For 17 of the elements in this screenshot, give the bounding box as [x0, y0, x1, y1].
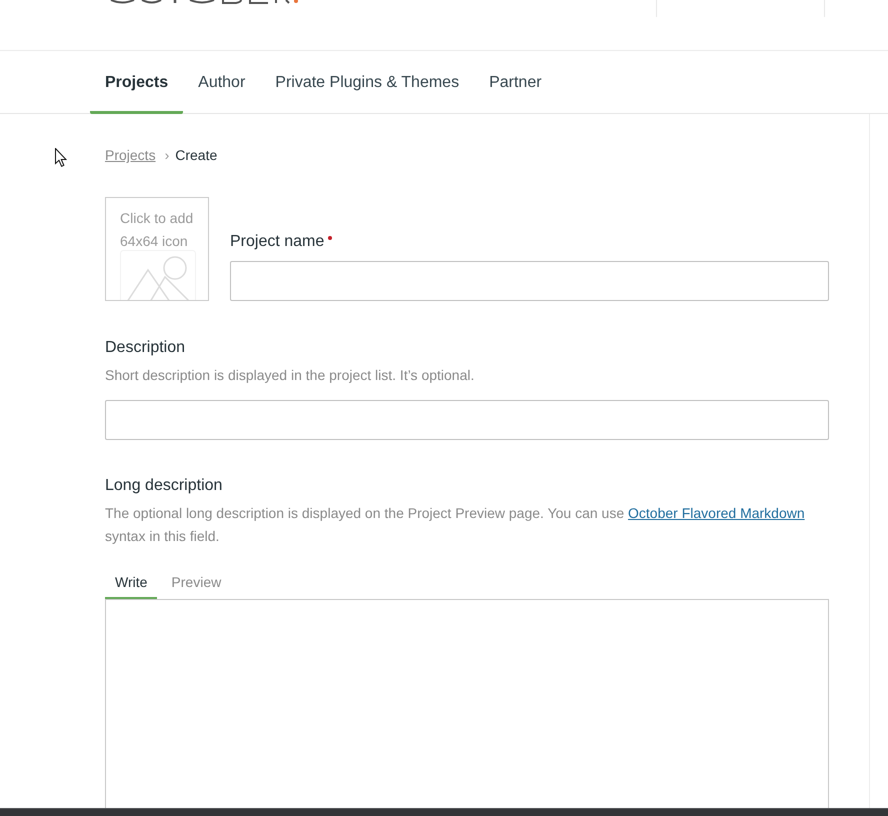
nav-tab[interactable]: Projects: [90, 51, 184, 114]
field-label: Description: [105, 338, 186, 358]
nav-tab[interactable]: Author: [183, 51, 260, 114]
nav-tab[interactable]: Partner: [474, 51, 557, 114]
breadcrumb-separator: ›: [164, 146, 170, 165]
breadcrumb-current: Create: [175, 146, 218, 165]
hint-text: The optional long description is displayed on the Project Preview page. You can use October Flavored Markdown syntax in this field.: [105, 504, 806, 546]
project-name-field[interactable]: [230, 261, 829, 301]
long-description-field[interactable]: [105, 599, 829, 808]
field-label: Long description: [105, 476, 224, 496]
description-field[interactable]: [105, 400, 829, 440]
picture-icon: [120, 250, 196, 300]
markdown-link[interactable]: October Flavored Markdown: [628, 505, 805, 521]
field-label: Project name: [230, 232, 324, 252]
nav-tab[interactable]: Private Plugins & Themes: [260, 51, 474, 114]
pointer-icon: [55, 148, 67, 167]
hint-text: Short description is displayed in the project list. It’s optional.: [105, 366, 476, 385]
